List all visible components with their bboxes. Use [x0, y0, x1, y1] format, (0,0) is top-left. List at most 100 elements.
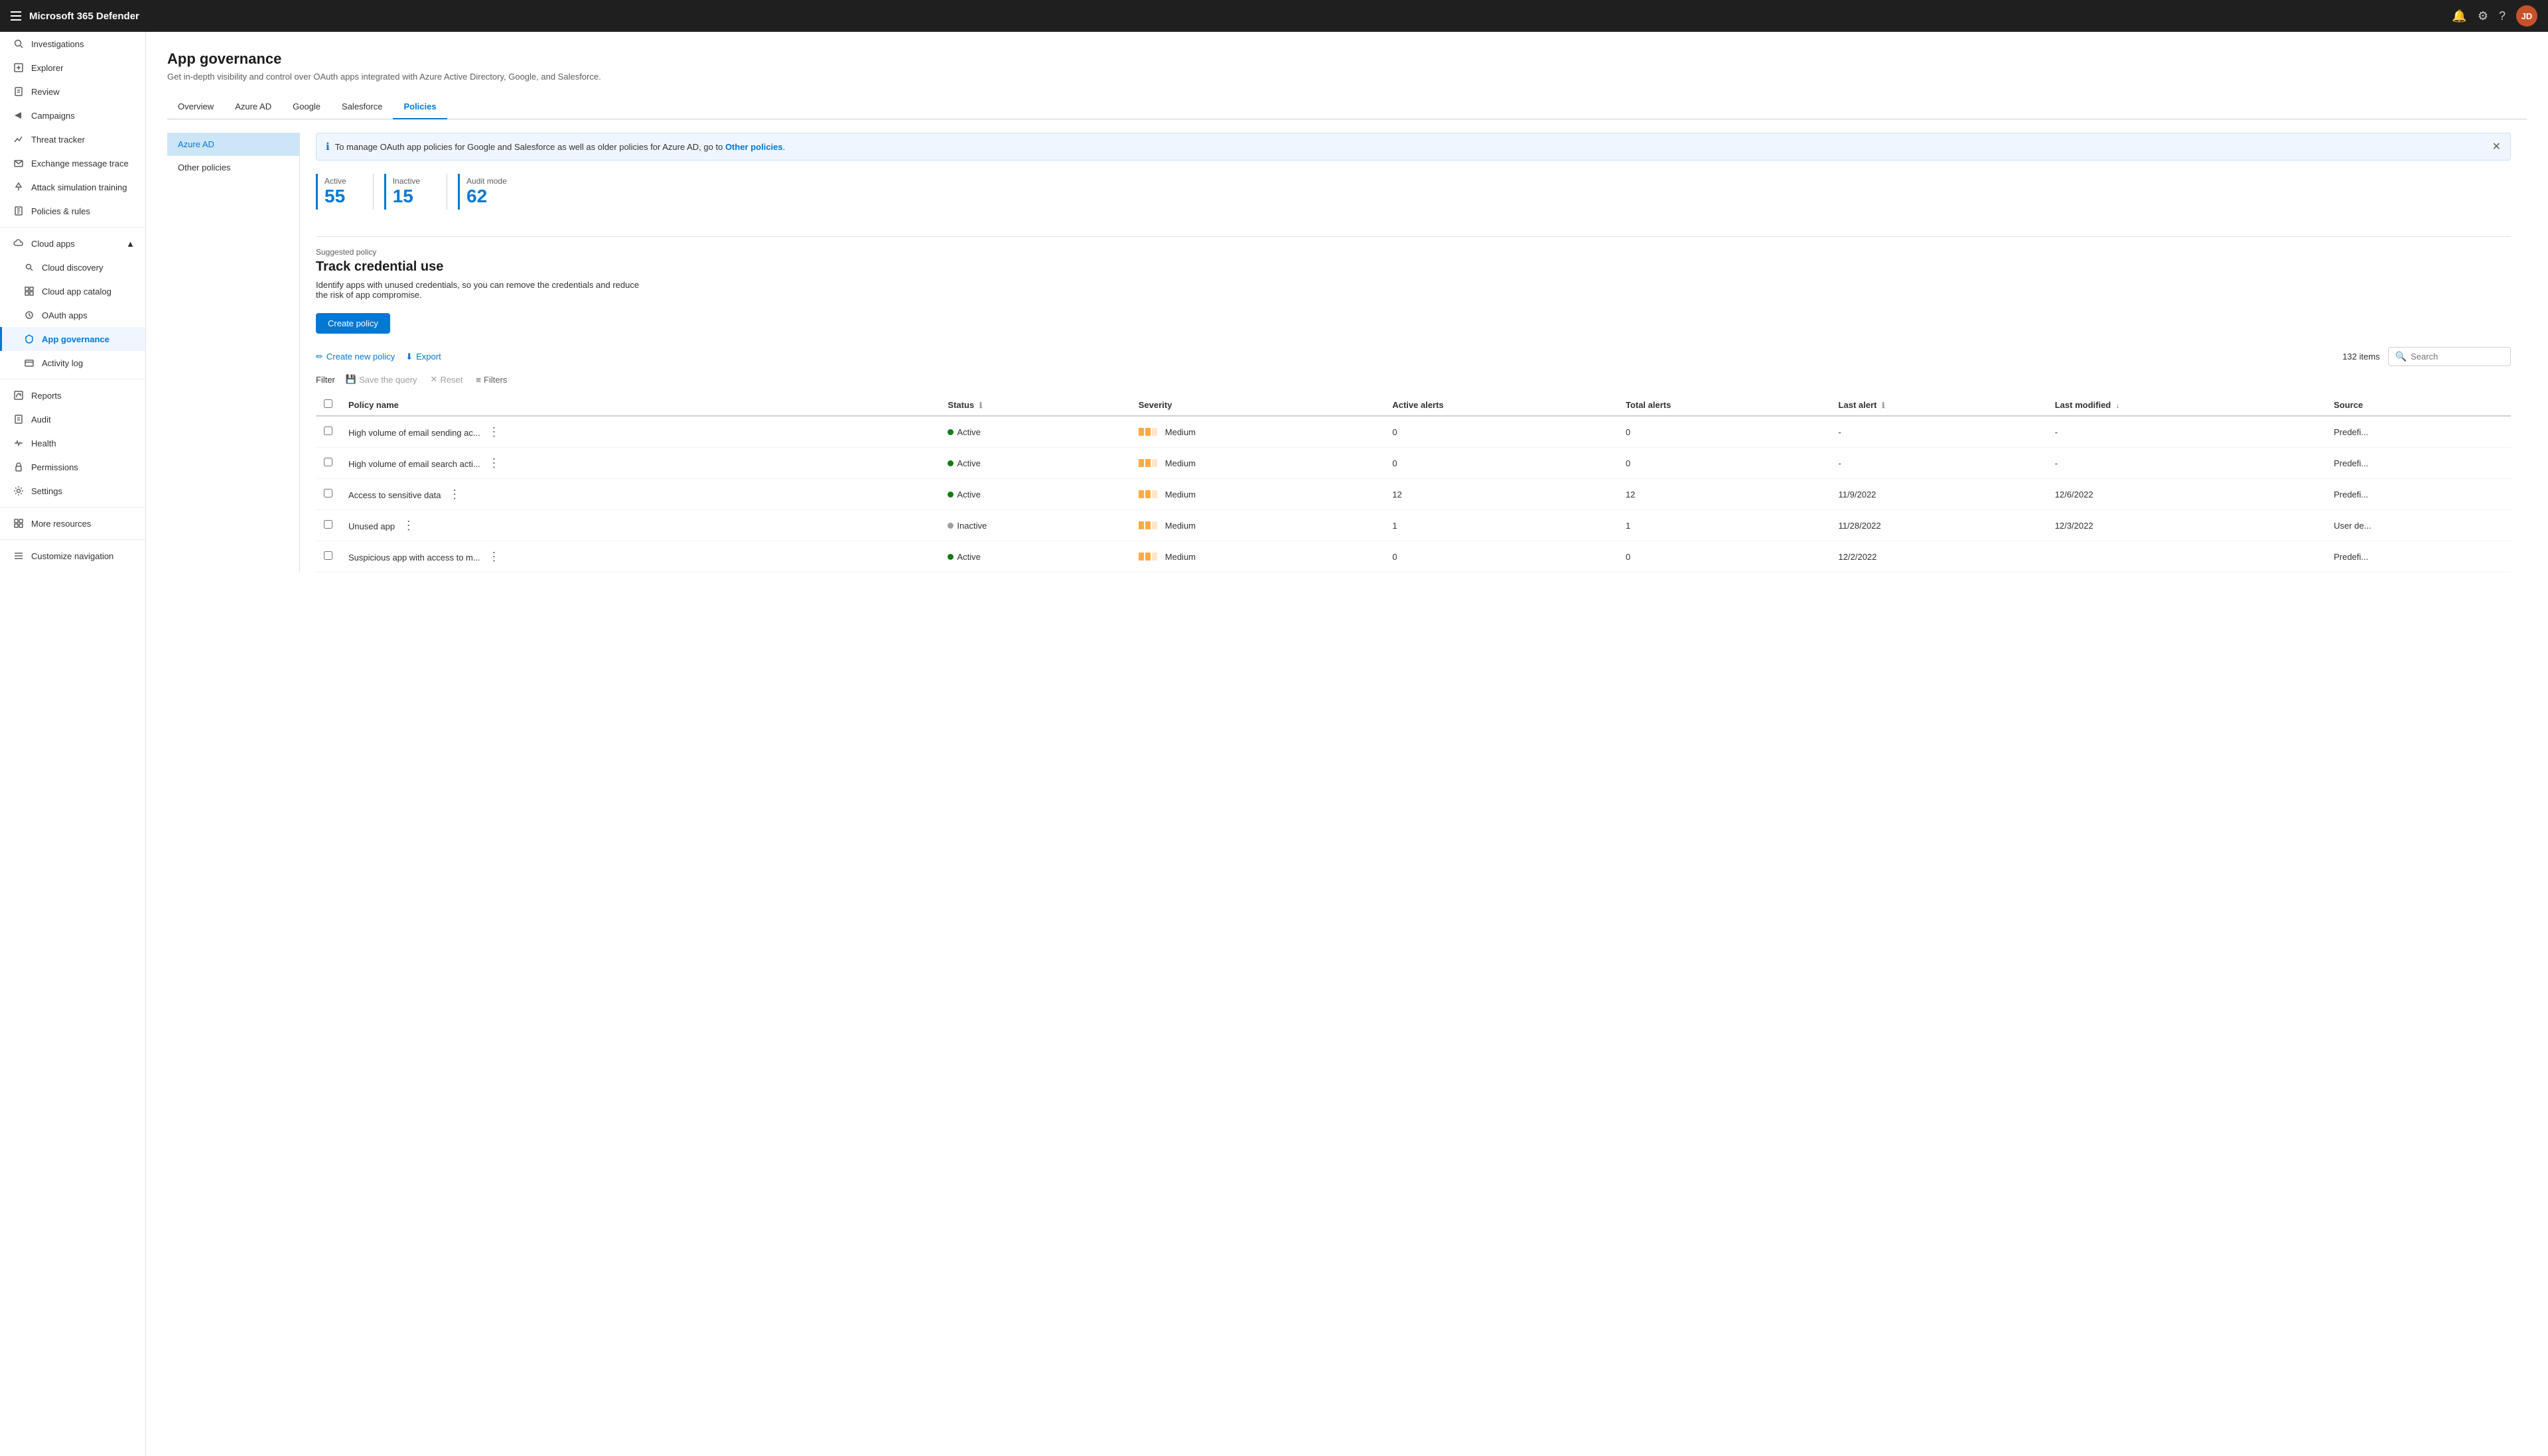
suggested-policy-description: Identify apps with unused credentials, s…	[316, 280, 648, 300]
filter-label: Filter	[316, 375, 335, 385]
stat-audit-mode-label: Audit mode	[466, 176, 507, 186]
sev-bar-3	[1152, 428, 1157, 436]
stat-active: Active 55	[316, 174, 362, 210]
left-panel-other-policies[interactable]: Other policies	[167, 156, 299, 179]
row-menu-button[interactable]: ⋮	[443, 486, 466, 503]
sidebar-item-settings[interactable]: Settings	[0, 479, 145, 503]
settings-icon[interactable]: ⚙	[2478, 9, 2488, 23]
tab-policies[interactable]: Policies	[393, 95, 447, 119]
search-input[interactable]	[2411, 352, 2504, 362]
stat-active-label: Active	[324, 176, 346, 186]
stat-inactive-value: 15	[393, 186, 420, 207]
sidebar-item-explorer[interactable]: Explorer	[0, 56, 145, 80]
sev-bar-1	[1139, 459, 1144, 467]
reset-button: ✕ Reset	[428, 373, 466, 386]
status-dot	[948, 460, 954, 466]
sidebar-item-cloud-app-catalog[interactable]: Cloud app catalog	[0, 279, 145, 303]
sidebar-item-audit[interactable]: Audit	[0, 407, 145, 431]
sidebar-item-policies-rules[interactable]: Policies & rules	[0, 199, 145, 223]
table-row: Suspicious app with access to m... ⋮ Act…	[316, 541, 2511, 572]
sev-bar-3	[1152, 521, 1157, 529]
permissions-icon	[13, 461, 25, 473]
sidebar-item-exchange-message-trace[interactable]: Exchange message trace	[0, 151, 145, 175]
tab-overview[interactable]: Overview	[167, 95, 224, 119]
sidebar-item-review[interactable]: Review	[0, 80, 145, 103]
sidebar-item-campaigns-label: Campaigns	[31, 111, 75, 121]
row-checkbox-2[interactable]	[324, 489, 332, 497]
sidebar-item-investigations[interactable]: Investigations	[0, 32, 145, 56]
info-banner-message: To manage OAuth app policies for Google …	[335, 142, 786, 152]
row-severity: Medium	[1131, 448, 1385, 479]
sev-bar-2	[1145, 459, 1151, 467]
sidebar-item-attack-simulation-training[interactable]: Attack simulation training	[0, 175, 145, 199]
health-icon	[13, 437, 25, 449]
sidebar-item-cloud-apps[interactable]: Cloud apps ▲	[0, 232, 145, 255]
row-checkbox-1[interactable]	[324, 458, 332, 466]
th-policy-name: Policy name	[340, 394, 940, 416]
page-subtitle: Get in-depth visibility and control over…	[167, 72, 2527, 82]
sidebar-item-campaigns[interactable]: Campaigns	[0, 103, 145, 127]
investigations-icon	[13, 38, 25, 50]
row-checkbox-4[interactable]	[324, 551, 332, 560]
info-banner-content: ℹ To manage OAuth app policies for Googl…	[326, 141, 785, 153]
stat-audit-mode-value: 62	[466, 186, 507, 207]
menu-icon[interactable]	[11, 11, 21, 21]
export-button[interactable]: ⬇ Export	[405, 352, 441, 362]
row-status: Active	[940, 479, 1130, 510]
filters-button[interactable]: ≡ Filters	[473, 373, 510, 386]
left-panel-azure-ad[interactable]: Azure AD	[167, 133, 299, 156]
row-menu-button[interactable]: ⋮	[482, 454, 505, 472]
row-menu-button[interactable]: ⋮	[482, 548, 505, 565]
row-checkbox-cell	[316, 448, 340, 479]
activity-log-icon	[23, 357, 35, 369]
topbar: Microsoft 365 Defender 🔔 ⚙ ? JD	[0, 0, 2548, 32]
row-status: Active	[940, 448, 1130, 479]
row-checkbox-cell	[316, 510, 340, 541]
th-last-modified[interactable]: Last modified ↓	[2047, 394, 2326, 416]
notification-icon[interactable]: 🔔	[2452, 9, 2466, 23]
row-status: Active	[940, 416, 1130, 448]
sidebar-item-activity-log-label: Activity log	[42, 358, 83, 368]
severity-cell: Medium	[1139, 427, 1377, 437]
row-checkbox-cell	[316, 479, 340, 510]
sidebar-item-health[interactable]: Health	[0, 431, 145, 455]
tab-google[interactable]: Google	[282, 95, 331, 119]
sidebar-item-customize-navigation[interactable]: Customize navigation	[0, 544, 145, 568]
create-policy-button[interactable]: Create policy	[316, 313, 390, 334]
sidebar-item-more-resources[interactable]: More resources	[0, 511, 145, 535]
sidebar-item-policies-rules-label: Policies & rules	[31, 206, 90, 216]
sidebar-item-permissions[interactable]: Permissions	[0, 455, 145, 479]
sidebar-item-app-governance[interactable]: App governance	[0, 327, 145, 351]
sidebar-divider-4	[0, 539, 145, 540]
status-text: Inactive	[957, 521, 987, 531]
status-badge: Active	[948, 490, 1122, 499]
create-new-policy-button[interactable]: ✏ Create new policy	[316, 352, 395, 362]
avatar[interactable]: JD	[2516, 5, 2537, 27]
row-checkbox-3[interactable]	[324, 520, 332, 529]
row-menu-button[interactable]: ⋮	[482, 423, 505, 440]
sidebar-item-cloud-discovery[interactable]: Cloud discovery	[0, 255, 145, 279]
info-banner-close[interactable]: ✕	[2492, 140, 2501, 153]
help-icon[interactable]: ?	[2499, 9, 2506, 23]
tab-salesforce[interactable]: Salesforce	[331, 95, 393, 119]
sidebar-item-activity-log[interactable]: Activity log	[0, 351, 145, 375]
sidebar-item-explorer-label: Explorer	[31, 63, 63, 73]
tab-azure-ad[interactable]: Azure AD	[224, 95, 282, 119]
sev-bar-2	[1145, 521, 1151, 529]
save-icon: 💾	[346, 374, 356, 385]
sidebar-item-oauth-apps[interactable]: OAuth apps	[0, 303, 145, 327]
severity-bars	[1139, 459, 1157, 467]
campaigns-icon	[13, 109, 25, 121]
select-all-checkbox[interactable]	[324, 399, 332, 408]
sidebar-item-reports[interactable]: Reports	[0, 383, 145, 407]
filter-row: Filter 💾 Save the query ✕ Reset ≡ Filter…	[316, 373, 2511, 386]
sidebar-item-cloud-apps-label: Cloud apps	[31, 239, 75, 249]
severity-text: Medium	[1165, 458, 1196, 468]
export-icon: ⬇	[405, 352, 413, 362]
sidebar-item-threat-tracker[interactable]: Threat tracker	[0, 127, 145, 151]
row-menu-button[interactable]: ⋮	[397, 517, 420, 534]
row-source: User de...	[2326, 510, 2511, 541]
other-policies-link[interactable]: Other policies	[725, 142, 783, 152]
row-checkbox-0[interactable]	[324, 427, 332, 435]
stats-row: Active 55 Inactive 15 Audit mode 62	[316, 174, 2511, 210]
